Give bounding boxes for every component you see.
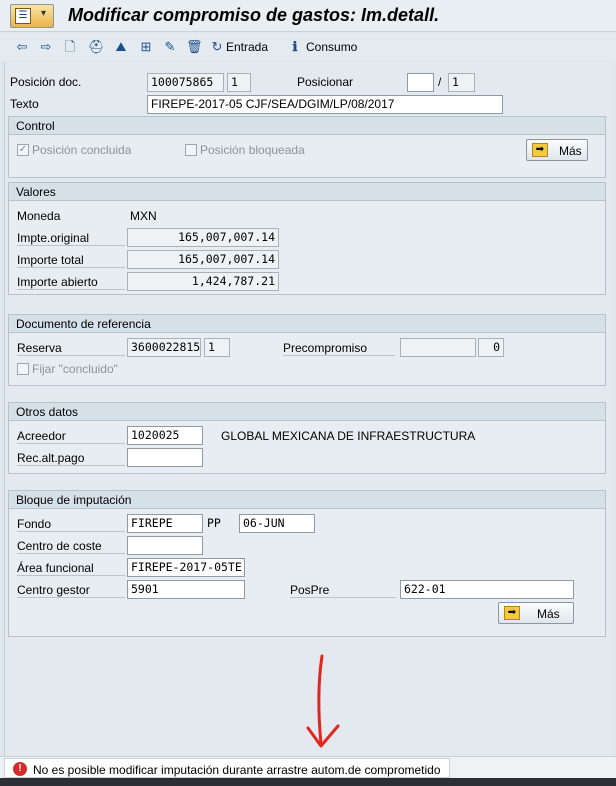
centro-gestor-label: Centro gestor xyxy=(17,583,125,598)
entrada-icon[interactable]: ↻ xyxy=(209,39,225,55)
delete-icon[interactable]: 🗑 xyxy=(186,39,203,55)
edit-icon[interactable]: ✎ xyxy=(162,39,178,55)
info-icon[interactable]: ℹ xyxy=(287,39,303,55)
error-icon: ! xyxy=(13,762,27,776)
rec-alt-pago-input[interactable] xyxy=(127,448,203,467)
precompromiso-item-field: 0 xyxy=(478,338,504,357)
reserva-field: 3600022815 xyxy=(127,338,201,357)
posicion-bloqueada-label: Posición bloqueada xyxy=(200,143,305,157)
imputacion-group-title: Bloque de imputación xyxy=(9,491,605,509)
system-menu-button[interactable]: ☰ ▾ xyxy=(10,4,54,28)
otros-datos-group: Otros datos Acreedor 1020025 GLOBAL MEXI… xyxy=(8,402,606,474)
area-funcional-input[interactable]: FIREPE-2017-05TE xyxy=(127,558,245,577)
mountain-icon[interactable]: ⛰ xyxy=(113,39,129,55)
imputacion-mas-button[interactable]: ➡ Más xyxy=(498,602,574,624)
fijar-concluido-checkbox xyxy=(17,363,29,375)
application-toolbar: ⇦ ⇨ 🗋 ⛑ ⛰ ⊞ ✎ 🗑 ↻ Entrada ℹ Consumo xyxy=(0,33,616,61)
reserva-label: Reserva xyxy=(17,341,125,356)
posicion-doc-item-field: 1 xyxy=(227,73,251,92)
pospre-input[interactable]: 622-01 xyxy=(400,580,574,599)
status-bar: ! No es posible modificar imputación dur… xyxy=(0,756,616,778)
referencia-group: Documento de referencia Reserva 36000228… xyxy=(8,314,606,386)
posicionar-label: Posicionar xyxy=(297,75,354,89)
importe-abierto-label: Importe abierto xyxy=(17,275,125,290)
posicion-concluida-checkbox: ✓ xyxy=(17,144,29,156)
entrada-button[interactable]: Entrada xyxy=(226,40,268,54)
importe-total-label: Importe total xyxy=(17,253,125,268)
status-message: No es posible modificar imputación duran… xyxy=(33,763,441,777)
consumo-button[interactable]: Consumo xyxy=(306,40,357,54)
moneda-label: Moneda xyxy=(17,209,61,223)
fondo-input[interactable]: FIREPE xyxy=(127,514,203,533)
rec-alt-pago-label: Rec.alt.pago xyxy=(17,451,125,466)
pp-label: PP xyxy=(207,516,221,530)
moneda-value: MXN xyxy=(130,209,157,223)
precompromiso-field xyxy=(400,338,476,357)
posicionar-input[interactable] xyxy=(407,73,434,92)
imputacion-mas-label: Más xyxy=(537,607,560,621)
valores-group-title: Valores xyxy=(9,183,605,201)
posicionar-total-field: 1 xyxy=(448,73,475,92)
fondo-label: Fondo xyxy=(17,517,125,532)
control-mas-label: Más xyxy=(559,144,582,158)
texto-label: Texto xyxy=(10,97,39,111)
chevron-down-icon: ▾ xyxy=(41,8,47,19)
impte-original-field: 165,007,007.14 xyxy=(127,228,279,247)
pp-input[interactable]: 06-JUN xyxy=(239,514,315,533)
referencia-group-title: Documento de referencia xyxy=(9,315,605,333)
control-mas-button[interactable]: ➡ Más xyxy=(526,139,588,161)
new-document-icon[interactable]: 🗋 xyxy=(62,39,78,55)
acreedor-name: GLOBAL MEXICANA DE INFRAESTRUCTURA xyxy=(221,429,476,443)
annotation-arrow xyxy=(306,654,340,748)
hat-icon[interactable]: ⛑ xyxy=(88,39,105,55)
hierarchy-icon[interactable]: ⊞ xyxy=(138,39,154,55)
arrow-right-icon: ➡ xyxy=(504,606,520,620)
importe-abierto-field: 1,424,787.21 xyxy=(127,272,279,291)
page-title: Modificar compromiso de gastos: Im.detal… xyxy=(68,5,440,25)
acreedor-label: Acreedor xyxy=(17,429,125,444)
precompromiso-label: Precompromiso xyxy=(283,341,395,356)
posicion-concluida-label: Posición concluida xyxy=(32,143,132,157)
menu-icon: ☰ xyxy=(15,8,31,24)
pospre-label: PosPre xyxy=(290,583,396,598)
control-group-title: Control xyxy=(9,117,605,135)
taskbar-strip xyxy=(0,778,616,786)
otros-datos-group-title: Otros datos xyxy=(9,403,605,421)
next-item-icon[interactable]: ⇨ xyxy=(38,39,54,55)
acreedor-input[interactable]: 1020025 xyxy=(127,426,203,445)
importe-total-field: 165,007,007.14 xyxy=(127,250,279,269)
reserva-item-field: 1 xyxy=(204,338,230,357)
imputacion-group: Bloque de imputación Fondo FIREPE PP 06-… xyxy=(8,490,606,637)
status-message-box[interactable]: ! No es posible modificar imputación dur… xyxy=(4,758,450,778)
posicionar-separator: / xyxy=(438,75,442,89)
title-bar: ☰ ▾ Modificar compromiso de gastos: Im.d… xyxy=(0,0,616,32)
centro-gestor-input[interactable]: 5901 xyxy=(127,580,245,599)
posicion-bloqueada-checkbox xyxy=(185,144,197,156)
texto-input[interactable]: FIREPE-2017-05 CJF/SEA/DGIM/LP/08/2017 xyxy=(147,95,503,114)
impte-original-label: Impte.original xyxy=(17,231,125,246)
valores-group: Valores Moneda MXN Impte.original 165,00… xyxy=(8,182,606,295)
posicion-doc-field: 100075865 xyxy=(147,73,224,92)
control-group: Control ✓ Posición concluida Posición bl… xyxy=(8,116,606,178)
centro-coste-input[interactable] xyxy=(127,536,203,555)
previous-item-icon[interactable]: ⇦ xyxy=(14,39,30,55)
area-funcional-label: Área funcional xyxy=(17,561,125,576)
fijar-concluido-label: Fijar "concluido" xyxy=(32,362,118,376)
posicion-doc-label: Posición doc. xyxy=(10,75,82,89)
arrow-right-icon: ➡ xyxy=(532,143,548,157)
centro-coste-label: Centro de coste xyxy=(17,539,125,554)
